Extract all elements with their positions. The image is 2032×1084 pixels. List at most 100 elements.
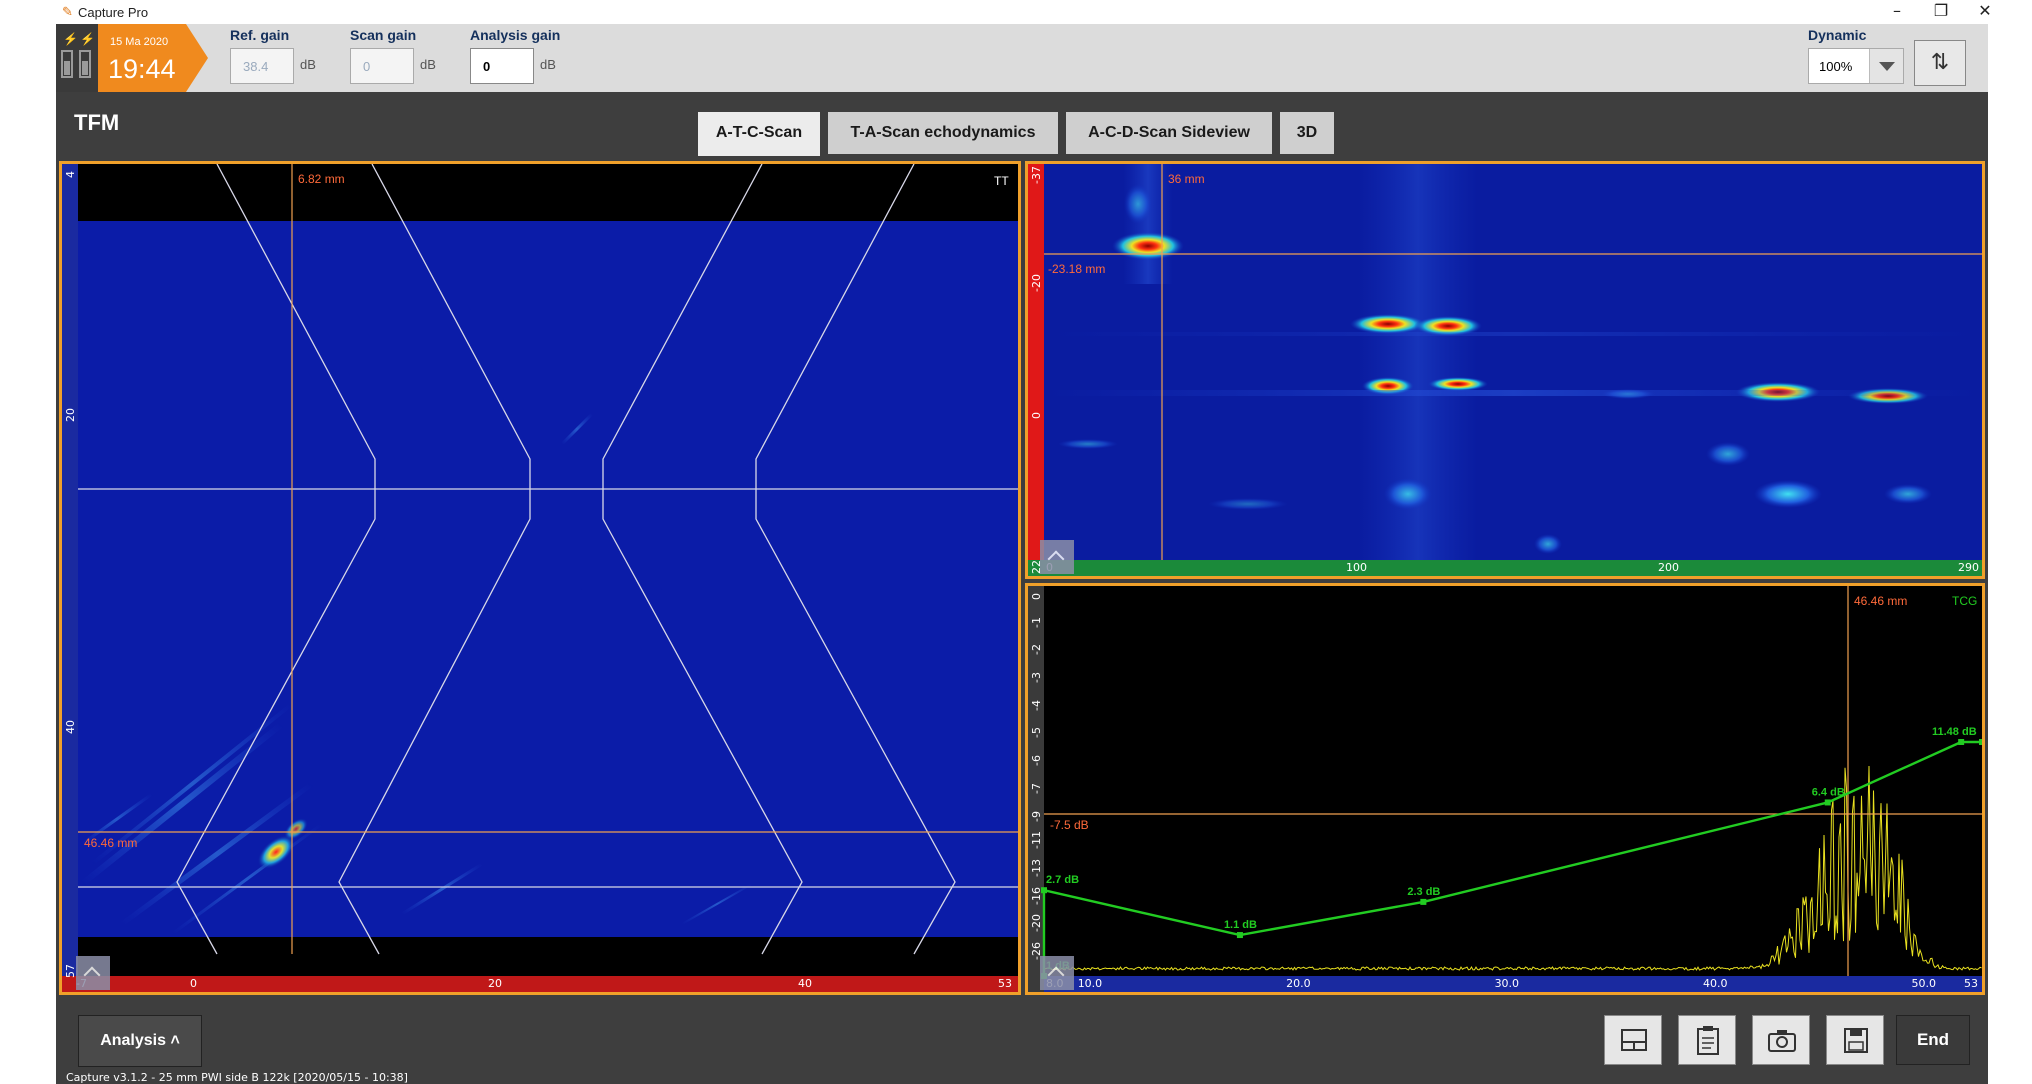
save-icon (1844, 1028, 1868, 1053)
y-cursor-value: 46.46 mm (84, 836, 138, 850)
top-toolbar: ⚡ ⚡ 15 Ma 2020 19:44 Ref. gain 38.4 dB S… (56, 24, 1988, 92)
lateral-tick: 0 (190, 977, 197, 990)
tab-3d[interactable]: 3D (1280, 112, 1334, 154)
x-cursor-value: 6.82 mm (298, 172, 345, 186)
tcg-axis-tick: -2 (1030, 644, 1043, 656)
lateral-tick: 53 (998, 977, 1012, 990)
clipboard-icon (1697, 1026, 1719, 1055)
tab-a-t-c-scan[interactable]: A-T-C-Scan (698, 112, 820, 156)
tcg-point[interactable] (1979, 739, 1982, 745)
lateral-axis-strip (62, 976, 1018, 992)
depth-axis-strip (62, 164, 78, 992)
scan-y-cursor-value: -23.18 mm (1048, 262, 1106, 276)
snapshot-button[interactable] (1752, 1015, 1810, 1065)
ref-gain-input[interactable]: 38.4 (230, 48, 294, 84)
camera-icon (1768, 1030, 1796, 1052)
scan-gain-label: Scan gain (350, 27, 417, 43)
analysis-gain-label: Analysis gain (470, 27, 561, 43)
time-axis-tick: 50.0 (1911, 977, 1936, 990)
charging-icon: ⚡ (80, 32, 95, 46)
save-button[interactable] (1826, 1015, 1884, 1065)
report-button[interactable] (1678, 1015, 1736, 1065)
time-axis-tick: 20.0 (1286, 977, 1311, 990)
analysis-gain-unit: dB (540, 57, 556, 72)
main-view: TT 6.82 mm 46.46 mm 4 20 40 57 -7 0 20 4… (56, 156, 1988, 999)
expand-panel-button[interactable] (1040, 956, 1074, 990)
ascan-x-cursor-value: 46.46 mm (1854, 594, 1908, 608)
mode-title: TFM (74, 110, 120, 135)
scan-depth-tick: -20 (1030, 274, 1043, 292)
scan-position-axis-strip (1028, 560, 1982, 576)
time-axis-tick: 53 (1964, 977, 1978, 990)
chevron-down-icon[interactable] (1869, 49, 1903, 83)
tfm-mode-label: TT (994, 174, 1009, 188)
scan-field (1044, 164, 1982, 560)
swap-vertical-icon: ⇅ (1930, 50, 1950, 75)
charging-icon: ⚡ (63, 32, 78, 46)
expand-panel-button[interactable] (76, 956, 110, 990)
date-text: 15 Ma 2020 (110, 36, 169, 48)
lateral-tick: 20 (488, 977, 502, 990)
layout-button[interactable] (1604, 1015, 1662, 1065)
tcg-point[interactable] (1824, 799, 1831, 806)
time-axis-tick: 10.0 (1077, 977, 1103, 990)
ref-gain-unit: dB (300, 57, 316, 72)
time-axis-tick: 40.0 (1703, 977, 1728, 990)
dynamic-value: 100% (1819, 59, 1853, 74)
capture-pro-app: ✎ Capture Pro – ❐ ✕ ⚡ ⚡ 15 Ma 2020 19:44… (0, 0, 2032, 1084)
scan-depth-axis-strip (1028, 164, 1044, 576)
time-text: 19:44 (108, 54, 176, 84)
clock-badge: 15 Ma 2020 19:44 (98, 24, 208, 92)
tcg-point[interactable] (1236, 932, 1243, 939)
tfm-image[interactable] (62, 164, 1018, 992)
analysis-gain-input[interactable]: 0 (470, 48, 534, 84)
tcg-axis-tick: -1 (1030, 616, 1043, 628)
scan-image[interactable] (1028, 164, 1982, 576)
analysis-menu-button[interactable]: Analysis ˄ (78, 1015, 202, 1067)
scan-x-cursor-value: 36 mm (1168, 172, 1205, 186)
ref-gain-label: Ref. gain (230, 27, 290, 43)
layout-icon (1621, 1029, 1647, 1051)
end-button[interactable]: End (1896, 1015, 1970, 1065)
swap-vertical-button[interactable]: ⇅ (1914, 40, 1966, 86)
scan-view-panel[interactable]: 36 mm -23.18 mm -37 -20 0 22 0 100 200 2… (1025, 161, 1985, 579)
tcg-axis-tick: -3 (1030, 672, 1043, 684)
ascan-y-cursor-value: -7.5 dB (1050, 818, 1089, 832)
restore-button[interactable]: ❐ (1918, 0, 1964, 24)
ascan-tcg-chart[interactable]: 1 dB2.7 dB1.1 dB2.3 dB6.4 dB11.48 dB (1028, 586, 1982, 992)
tcg-axis-tick: -4 (1030, 699, 1043, 711)
ascan-tcg-panel[interactable]: 1 dB2.7 dB1.1 dB2.3 dB6.4 dB11.48 dB 46.… (1025, 583, 1985, 995)
depth-tick: 20 (64, 408, 77, 422)
mode-bar: TFM A-T-C-Scan T-A-Scan echodynamics A-C… (56, 92, 1988, 156)
tcg-point-label: 2.7 dB (1046, 874, 1079, 886)
tfm-field (78, 221, 1018, 937)
battery-2-icon (79, 50, 91, 78)
tcg-axis-tick: -7 (1030, 782, 1043, 794)
tcg-axis-tick: -9 (1030, 810, 1043, 822)
scan-gain-input[interactable]: 0 (350, 48, 414, 84)
battery-status: ⚡ ⚡ (56, 24, 98, 92)
status-bar-text: Capture v3.1.2 - 25 mm PWI side B 122k [… (66, 1071, 408, 1084)
minimize-button[interactable]: – (1874, 0, 1920, 24)
tcg-axis-tick: -20 (1030, 914, 1043, 933)
tcg-point-label: 1.1 dB (1224, 919, 1257, 931)
depth-tick: 4 (64, 171, 77, 178)
tab-a-c-d-scan-sideview[interactable]: A-C-D-Scan Sideview (1066, 112, 1272, 154)
close-button[interactable]: ✕ (1962, 0, 2008, 24)
depth-tick: 40 (64, 720, 77, 734)
tcg-point[interactable] (1958, 739, 1965, 745)
tcg-point-label: 2.3 dB (1407, 886, 1440, 898)
tfm-image-panel[interactable]: TT 6.82 mm 46.46 mm 4 20 40 57 -7 0 20 4… (59, 161, 1021, 995)
expand-panel-button[interactable] (1040, 540, 1074, 574)
tab-t-a-scan-echodynamics[interactable]: T-A-Scan echodynamics (828, 112, 1058, 154)
scan-depth-tick: 0 (1030, 412, 1043, 419)
battery-1-icon (61, 50, 73, 78)
scan-position-tick: 100 (1346, 561, 1367, 574)
tcg-point-label: 11.48 dB (1932, 726, 1977, 738)
tcg-axis-tick: -6 (1030, 755, 1043, 767)
tcg-mode-label: TCG (1952, 594, 1978, 608)
dynamic-select[interactable]: 100% (1808, 48, 1904, 84)
tcg-axis-tick: 0 (1030, 593, 1043, 600)
scan-depth-tick: -37 (1030, 166, 1043, 184)
tcg-point[interactable] (1420, 898, 1427, 905)
